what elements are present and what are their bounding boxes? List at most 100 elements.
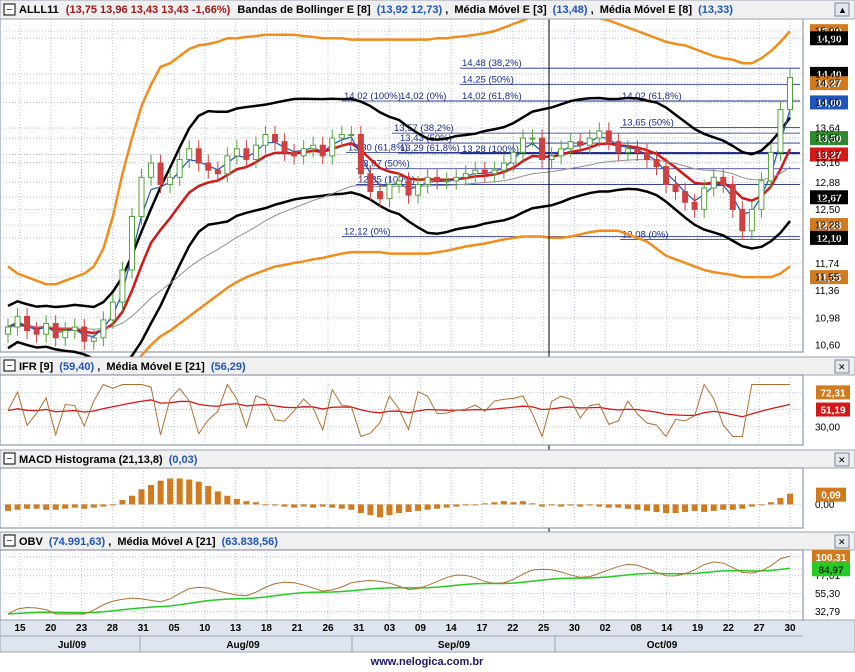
candle-body bbox=[33, 330, 40, 335]
candle-body bbox=[386, 183, 393, 200]
svg-text:IFR [9] (59,40) ,: IFR [9] (59,40) , Média Móvel E [21] (56… bbox=[19, 361, 246, 373]
x-month-label: Jul/09 bbox=[58, 640, 87, 651]
x-day-label: 19 bbox=[692, 623, 704, 634]
candle-body bbox=[43, 322, 50, 335]
candle-body bbox=[634, 148, 641, 153]
ifr-avg-value: (56,29) bbox=[211, 361, 246, 373]
y-tick-label: 13,50 bbox=[815, 134, 840, 145]
macd-panel: − MACD Histograma (21,13,8) (0,03) ✕ 0,0… bbox=[0, 449, 855, 529]
x-day-label: 20 bbox=[45, 623, 57, 634]
macd-bar bbox=[548, 504, 555, 506]
candle-body bbox=[596, 130, 603, 139]
y-tick-label: 11,36 bbox=[815, 286, 840, 297]
candle-body bbox=[748, 208, 755, 232]
x-day-label: 14 bbox=[446, 623, 458, 634]
candle-body bbox=[720, 176, 727, 185]
macd-bar bbox=[529, 503, 536, 505]
macd-bar bbox=[453, 504, 460, 507]
footer-site[interactable]: www.nelogica.com.br bbox=[370, 656, 484, 668]
candle-body bbox=[529, 137, 536, 140]
candle-body bbox=[252, 144, 259, 160]
macd-bar bbox=[71, 504, 78, 508]
macd-bar bbox=[605, 504, 612, 508]
svg-text:✕: ✕ bbox=[838, 362, 846, 372]
candle-body bbox=[224, 155, 231, 175]
macd-bar bbox=[233, 499, 240, 505]
obv-badges: 100,3184,97 bbox=[812, 549, 850, 577]
macd-bar bbox=[577, 504, 584, 507]
svg-text:MACD Histograma (21,13,8): MACD Histograma (21,13,8) (0,03) bbox=[19, 454, 198, 466]
macd-badge-label: 0,09 bbox=[821, 491, 841, 502]
macd-bar bbox=[481, 503, 488, 505]
macd-bar bbox=[539, 504, 546, 507]
x-day-label: 30 bbox=[784, 623, 796, 634]
macd-bar bbox=[376, 504, 383, 518]
macd-bar bbox=[767, 502, 774, 505]
candle-body bbox=[729, 183, 736, 210]
candle-body bbox=[691, 201, 698, 210]
macd-bar bbox=[519, 501, 526, 505]
macd-bar bbox=[672, 504, 679, 514]
macd-bar bbox=[624, 504, 631, 509]
obv-label: OBV bbox=[19, 536, 44, 548]
y-tick-label: 14,00 bbox=[815, 98, 840, 109]
macd-bar bbox=[167, 478, 174, 505]
obv-badge-label: 100,31 bbox=[816, 553, 847, 564]
ifr-panel: − IFR [9] (59,40) , Média Móvel E [21] (… bbox=[0, 356, 855, 446]
svg-text:✕: ✕ bbox=[838, 537, 846, 547]
candle-body bbox=[462, 173, 469, 178]
y-tick-label: 12,10 bbox=[815, 233, 840, 244]
candle-body bbox=[643, 151, 650, 160]
macd-bar bbox=[357, 504, 364, 514]
macd-bar bbox=[691, 504, 698, 511]
candle-body bbox=[653, 158, 660, 168]
macd-bar bbox=[310, 504, 317, 508]
candle-body bbox=[491, 169, 498, 175]
candle-body bbox=[682, 191, 689, 203]
macd-bar bbox=[415, 504, 422, 511]
x-day-label: 26 bbox=[322, 623, 334, 634]
x-day-label: 15 bbox=[14, 623, 26, 634]
candle-body bbox=[233, 148, 240, 157]
candle-body bbox=[710, 176, 717, 189]
macd-bar bbox=[205, 486, 212, 505]
candle-body bbox=[195, 148, 202, 164]
x-day-label: 08 bbox=[630, 623, 642, 634]
mme3-value: (13,48) bbox=[553, 4, 588, 16]
macd-bar bbox=[243, 501, 250, 505]
svg-text:−: − bbox=[7, 536, 13, 547]
candle-body bbox=[128, 216, 135, 271]
macd-bar bbox=[682, 504, 689, 512]
candle-body bbox=[157, 162, 164, 185]
macd-bar bbox=[338, 504, 345, 509]
macd-label: MACD Histograma (21,13,8) bbox=[19, 454, 163, 466]
candle-body bbox=[243, 148, 250, 160]
macd-bar bbox=[443, 504, 450, 508]
candle-body bbox=[739, 208, 746, 232]
y-tick-label: 10,98 bbox=[815, 313, 840, 324]
candle-body bbox=[100, 319, 107, 339]
candle-body bbox=[787, 76, 793, 111]
candle-body bbox=[5, 326, 11, 335]
macd-bar bbox=[300, 504, 307, 507]
macd-bar bbox=[272, 504, 279, 506]
candle-body bbox=[586, 137, 593, 146]
y-tick-label: 12,67 bbox=[815, 193, 840, 204]
mme8-value: (13,33) bbox=[698, 4, 733, 16]
x-day-label: 02 bbox=[600, 623, 612, 634]
macd-bar bbox=[62, 504, 69, 509]
macd-bar bbox=[663, 504, 670, 514]
macd-bar bbox=[33, 504, 40, 509]
fib-label: 14,02 (61,8%) bbox=[462, 91, 522, 102]
candle-body bbox=[24, 315, 31, 332]
candle-body bbox=[281, 141, 288, 153]
macd-bar bbox=[291, 504, 298, 508]
x-day-label: 18 bbox=[261, 623, 273, 634]
macd-bar bbox=[24, 504, 31, 509]
candle-body bbox=[767, 151, 774, 182]
macd-bar bbox=[462, 504, 469, 506]
y-tick-label: 11,55 bbox=[815, 273, 840, 284]
candle-body bbox=[672, 183, 679, 193]
macd-bar bbox=[14, 504, 21, 510]
x-day-label: 03 bbox=[384, 623, 396, 634]
